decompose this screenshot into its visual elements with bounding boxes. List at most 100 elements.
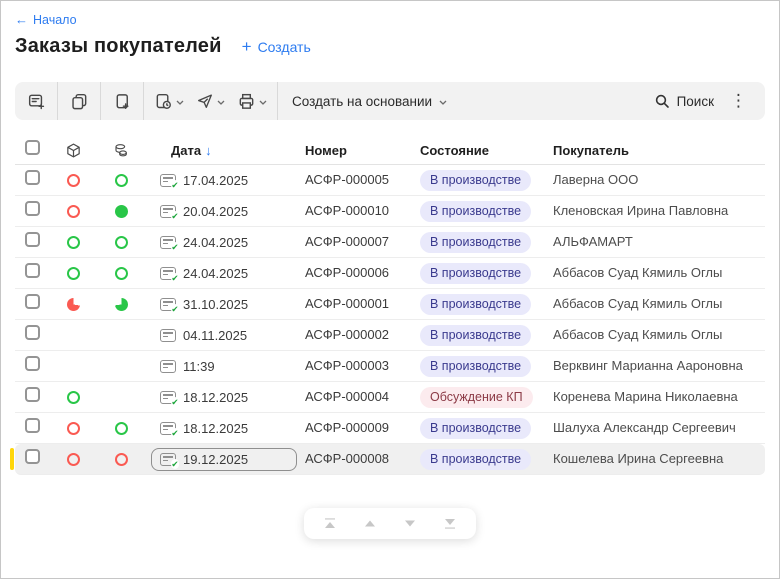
document-icon	[160, 298, 176, 311]
table-row[interactable]: 24.04.2025 АСФР-000007 В производстве АЛ…	[15, 227, 765, 258]
order-date: 11:39	[183, 359, 215, 374]
status-badge: В производстве	[420, 418, 531, 439]
package-icon	[65, 142, 82, 159]
table-row[interactable]: 11:39 АСФР-000003 В производстве Верквин…	[15, 351, 765, 382]
search-button[interactable]: Поиск	[654, 93, 714, 109]
row-checkbox[interactable]	[25, 263, 40, 278]
posted-check-icon	[171, 459, 179, 469]
buyer-name: Верквинг Марианна Аароновна	[553, 358, 743, 373]
chevron-down-icon	[176, 100, 184, 105]
posted-check-icon	[171, 397, 179, 407]
go-previous-button[interactable]	[362, 516, 378, 531]
row-checkbox[interactable]	[25, 170, 40, 185]
date-cell[interactable]: 18.12.2025	[151, 386, 297, 409]
status-badge: В производстве	[420, 356, 531, 377]
chevron-down-icon	[217, 100, 225, 105]
document-icon	[160, 174, 176, 187]
copy-document-button[interactable]	[62, 86, 96, 116]
status-badge: Обсуждение КП	[420, 387, 533, 408]
table-row[interactable]: 04.11.2025 АСФР-000002 В производстве Аб…	[15, 320, 765, 351]
status-badge: В производстве	[420, 325, 531, 346]
shipment-status-icon	[67, 298, 80, 311]
search-icon	[654, 93, 670, 109]
row-checkbox[interactable]	[25, 325, 40, 340]
row-checkbox[interactable]	[25, 201, 40, 216]
date-cell[interactable]: 18.12.2025	[151, 417, 297, 440]
create-button[interactable]: + Создать	[242, 38, 311, 55]
posted-check-icon	[171, 273, 179, 283]
orders-table: Дата ↓ Номер Состояние Покупатель 17.04.…	[15, 136, 765, 475]
order-number: АСФР-000003	[305, 358, 389, 373]
back-arrow-icon: ←	[15, 13, 28, 26]
row-checkbox[interactable]	[25, 449, 40, 464]
table-row[interactable]: 17.04.2025 АСФР-000005 В производстве Ла…	[15, 165, 765, 196]
order-number: АСФР-000010	[305, 203, 389, 218]
date-cell[interactable]: 19.12.2025	[151, 448, 297, 471]
go-next-button[interactable]	[402, 516, 418, 531]
copy-document-icon	[70, 92, 89, 111]
table-row[interactable]: 31.10.2025 АСФР-000001 В производстве Аб…	[15, 289, 765, 320]
status-badge: В производстве	[420, 449, 531, 470]
new-document-button[interactable]	[19, 86, 53, 116]
create-based-on-button[interactable]: Создать на основании	[282, 86, 457, 116]
date-cell[interactable]: 17.04.2025	[151, 169, 297, 192]
buyer-name: АЛЬФАМАРТ	[553, 234, 633, 249]
row-checkbox[interactable]	[25, 294, 40, 309]
go-last-button[interactable]	[442, 516, 458, 531]
date-cell[interactable]: 04.11.2025	[151, 324, 297, 347]
payment-status-icon	[115, 453, 128, 466]
table-row[interactable]: 18.12.2025 АСФР-000004 Обсуждение КП Кор…	[15, 382, 765, 413]
table-row[interactable]: 19.12.2025 АСФР-000008 В производстве Ко…	[15, 444, 765, 475]
select-all-checkbox[interactable]	[25, 140, 40, 155]
buyer-name: Аббасов Суад Кямиль Оглы	[553, 327, 722, 342]
row-checkbox[interactable]	[25, 387, 40, 402]
order-number: АСФР-000002	[305, 327, 389, 342]
row-checkbox[interactable]	[25, 356, 40, 371]
go-first-button[interactable]	[322, 516, 338, 531]
date-column-label: Дата	[171, 143, 201, 158]
table-row[interactable]: 20.04.2025 АСФР-000010 В производстве Кл…	[15, 196, 765, 227]
row-checkbox[interactable]	[25, 232, 40, 247]
page-title: Заказы покупателей	[15, 35, 222, 58]
order-number: АСФР-000007	[305, 234, 389, 249]
print-button[interactable]	[231, 86, 273, 116]
column-header-state[interactable]: Состояние	[420, 143, 553, 158]
go-first-icon	[322, 516, 338, 531]
back-link[interactable]: ← Начало	[15, 13, 77, 27]
order-date: 19.12.2025	[183, 452, 248, 467]
date-cell[interactable]: 31.10.2025	[151, 293, 297, 316]
order-number: АСФР-000006	[305, 265, 389, 280]
current-row-marker	[10, 448, 14, 470]
date-cell[interactable]: 24.04.2025	[151, 262, 297, 285]
date-cell[interactable]: 24.04.2025	[151, 231, 297, 254]
column-header-number[interactable]: Номер	[305, 143, 420, 158]
order-number: АСФР-000004	[305, 389, 389, 404]
table-row[interactable]: 18.12.2025 АСФР-000009 В производстве Ша…	[15, 413, 765, 444]
record-navigation-toolbar	[304, 508, 476, 539]
payment-status-icon	[115, 205, 128, 218]
send-button[interactable]	[190, 86, 231, 116]
more-menu-button[interactable]: ⋮	[724, 91, 753, 111]
clipboard-add-button[interactable]	[105, 86, 139, 116]
page-header: ← Начало Заказы покупателей + Создать	[1, 1, 779, 58]
table-row[interactable]: 24.04.2025 АСФР-000006 В производстве Аб…	[15, 258, 765, 289]
posted-check-icon	[171, 428, 179, 438]
date-cell[interactable]: 11:39	[151, 355, 297, 378]
row-checkbox[interactable]	[25, 418, 40, 433]
shipment-status-icon	[67, 205, 80, 218]
buyer-name: Аббасов Суад Кямиль Оглы	[553, 265, 722, 280]
order-number: АСФР-000009	[305, 420, 389, 435]
order-date: 18.12.2025	[183, 421, 248, 436]
document-icon	[160, 236, 176, 249]
shipment-status-icon	[67, 267, 80, 280]
date-cell[interactable]: 20.04.2025	[151, 200, 297, 223]
customer-orders-window: ← Начало Заказы покупателей + Создать	[0, 0, 780, 579]
document-icon	[160, 329, 176, 342]
table-header-row: Дата ↓ Номер Состояние Покупатель	[15, 136, 765, 165]
document-history-button[interactable]	[148, 86, 190, 116]
column-header-buyer[interactable]: Покупатель	[553, 143, 765, 158]
buyer-name: Кошелева Ирина Сергеевна	[553, 451, 723, 466]
order-number: АСФР-000008	[305, 451, 389, 466]
column-header-date[interactable]: Дата ↓	[147, 143, 305, 158]
order-date: 24.04.2025	[183, 235, 248, 250]
